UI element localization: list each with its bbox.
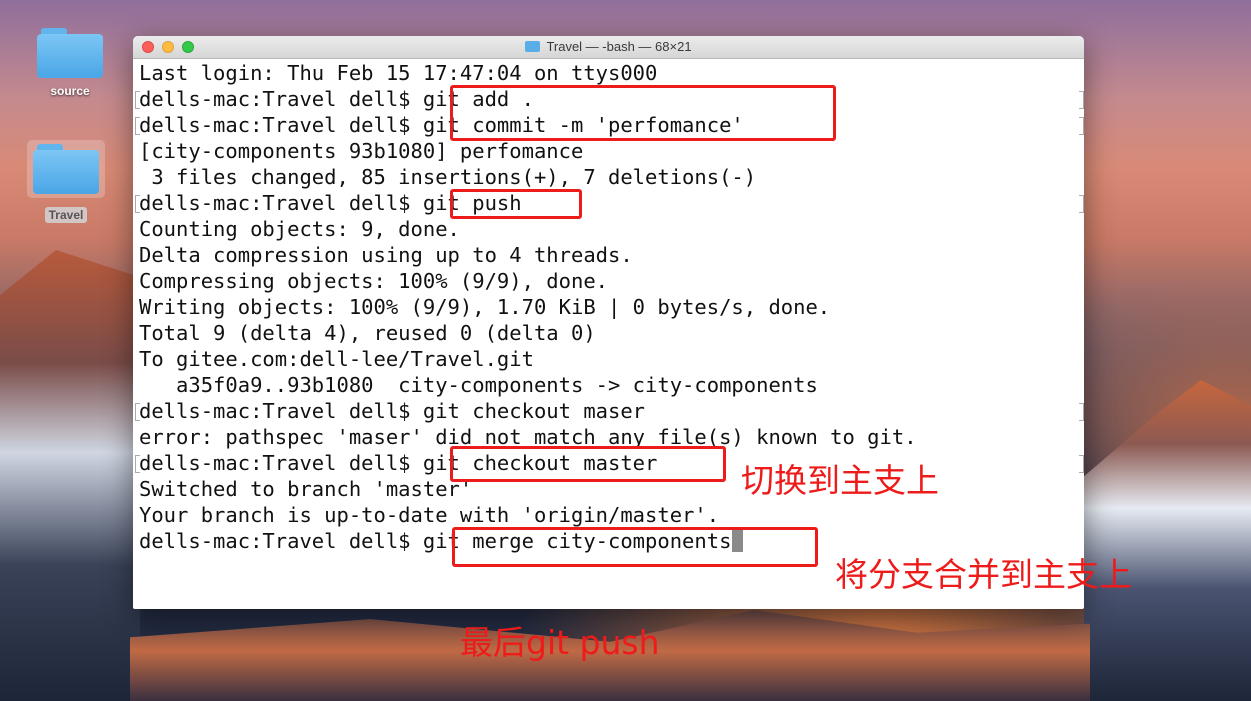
desktop-icon-source[interactable]: source — [30, 28, 110, 100]
desktop-icon-travel[interactable]: Travel — [26, 140, 106, 224]
title-bar[interactable]: Travel — -bash — 68×21 — [133, 36, 1084, 59]
window-title: Travel — -bash — 68×21 — [133, 39, 1084, 54]
mark-bracket — [1079, 91, 1084, 109]
terminal-line: [city-components 93b1080] perfomance — [139, 139, 584, 163]
mark-bracket — [135, 195, 140, 213]
wallpaper-mountain-right — [1084, 380, 1251, 701]
terminal-line: To gitee.com:dell-lee/Travel.git — [139, 347, 534, 371]
terminal-line: Total 9 (delta 4), reused 0 (delta 0) — [139, 321, 596, 345]
mark-bracket — [135, 403, 140, 421]
terminal-line: Your branch is up-to-date with 'origin/m… — [139, 503, 720, 527]
folder-icon — [33, 144, 99, 194]
desktop-icon-label: source — [50, 84, 90, 98]
folder-icon — [37, 28, 103, 78]
mark-bracket — [1079, 117, 1084, 135]
mark-bracket — [135, 455, 140, 473]
mark-bracket — [1079, 455, 1084, 473]
terminal-line: 3 files changed, 85 insertions(+), 7 del… — [139, 165, 757, 189]
window-title-text: Travel — -bash — 68×21 — [546, 39, 692, 54]
terminal-line: Delta compression using up to 4 threads. — [139, 243, 633, 267]
annotation-push: 最后git push — [460, 623, 660, 662]
terminal-line: Writing objects: 100% (9/9), 1.70 KiB | … — [139, 295, 831, 319]
terminal-line: Counting objects: 9, done. — [139, 217, 460, 241]
desktop-icon-label: Travel — [44, 207, 88, 223]
mark-bracket — [1079, 195, 1084, 213]
highlight-box-checkout — [450, 446, 726, 482]
terminal-line: dells-mac:Travel dell$ git checkout mase… — [135, 398, 1084, 424]
annotation-merge: 将分支合并到主支上 — [835, 555, 1132, 594]
mark-bracket — [1079, 403, 1084, 421]
highlight-box-merge — [452, 527, 818, 567]
highlight-box-push — [450, 189, 582, 219]
mark-bracket — [135, 117, 140, 135]
terminal-line: Last login: Thu Feb 15 17:47:04 on ttys0… — [139, 61, 658, 85]
wallpaper-mountain-left — [0, 250, 140, 701]
folder-icon — [525, 41, 541, 52]
terminal-line: Compressing objects: 100% (9/9), done. — [139, 269, 608, 293]
mark-bracket — [135, 91, 140, 109]
highlight-box-add-commit — [450, 85, 836, 141]
terminal-line-text: dells-mac:Travel dell$ git checkout mase… — [139, 399, 646, 423]
annotation-checkout: 切换到主支上 — [741, 461, 939, 500]
terminal-line: a35f0a9..93b1080 city-components -> city… — [139, 373, 818, 397]
terminal-line: dells-mac:Travel dell$ git push — [135, 190, 1084, 216]
